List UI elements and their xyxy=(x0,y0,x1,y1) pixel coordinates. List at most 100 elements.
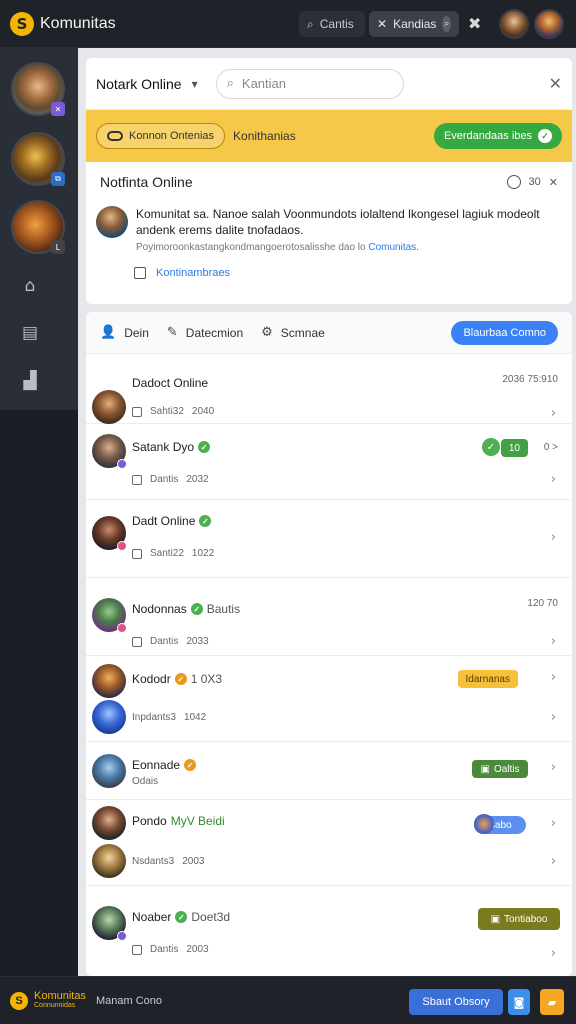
chevron-down-icon[interactable]: ▾ xyxy=(192,77,198,91)
list-item[interactable]: Kododr ✓ 1 0X3 Idarnanas › Inpdants3 104… xyxy=(86,656,572,742)
row-name-text: Kododr xyxy=(132,672,171,686)
notification-action[interactable]: Kontinambraes xyxy=(86,253,572,279)
top-avatar-2[interactable] xyxy=(534,9,564,39)
row-sub-b: 2040 xyxy=(191,406,215,417)
sidebar-avatar-2[interactable]: ⧉ xyxy=(11,132,65,186)
chart-icon[interactable]: ▟ xyxy=(18,371,42,393)
list-item[interactable]: Dadt Online ✓ › Santi22 1022 xyxy=(86,500,572,578)
avatar[interactable] xyxy=(92,434,127,469)
avatar-secondary[interactable] xyxy=(92,700,126,734)
status-badge: Idarnanas xyxy=(457,670,518,688)
chevron-right-icon[interactable]: › xyxy=(551,670,556,685)
avatar[interactable] xyxy=(92,664,126,698)
app-logo[interactable]: S Komunitas xyxy=(10,12,116,36)
row-name-text: Noaber xyxy=(132,910,172,924)
list-item[interactable]: Dadoct Online 2036 75:910 Sahti32 2040 › xyxy=(86,354,572,424)
top-search-button[interactable]: ⌕ Cantis xyxy=(299,11,365,37)
row-sub: Santi22 1022 xyxy=(132,548,214,559)
row-name: Dadt Online ✓ xyxy=(132,514,212,528)
chevron-right-icon[interactable]: › xyxy=(551,634,556,649)
row-sub: Nsdants3 2003 xyxy=(132,856,205,867)
promo-bar: Konnon Ontenias Konithanias Everdandaas … xyxy=(86,110,572,162)
avatar[interactable] xyxy=(92,754,126,788)
row-sub-b: 2033 xyxy=(186,636,209,647)
notification-panel: Notark Online ▾ ⌕ Kantian ✕ Konnon Onten… xyxy=(86,58,572,304)
filter-dein[interactable]: 👤 Dein xyxy=(100,325,149,340)
list-item[interactable]: Pondo MyV Beidi Sabo › Nsdants3 2003 › xyxy=(86,800,572,886)
row-sub-b: 2003 xyxy=(186,944,209,955)
sidebar-avatar-3[interactable]: L xyxy=(11,200,65,254)
chevron-right-icon[interactable]: › xyxy=(551,710,556,725)
tag-label: Oaltis xyxy=(493,763,520,775)
close-icon[interactable]: ✕ xyxy=(549,74,562,93)
panel-title: Notark Online xyxy=(96,75,182,92)
avatar-secondary[interactable] xyxy=(92,844,126,878)
chevron-right-icon[interactable]: › xyxy=(551,760,556,775)
avatar[interactable] xyxy=(92,516,127,551)
chevron-right-icon[interactable]: › xyxy=(551,406,556,421)
promo-green-button[interactable]: Everdandaas ibes ✓ xyxy=(433,123,562,149)
lock-icon[interactable]: ▰ xyxy=(540,989,564,1015)
sidebar-avatar-badge: ⧉ xyxy=(51,172,65,186)
top-active-tab[interactable]: ✕ Kandias ⌕ xyxy=(369,11,459,37)
panel-header: Notark Online ▾ ⌕ Kantian ✕ xyxy=(86,58,572,110)
notification-meta: 30 ✕ xyxy=(506,175,558,189)
square-icon xyxy=(132,944,142,955)
home-icon[interactable]: ⌂ xyxy=(18,276,42,298)
sidebar-avatar-1[interactable]: ✕ xyxy=(11,62,65,116)
list-item[interactable]: Noaber ✓ Doet3d ▣ Tontiaboo Dantis 2003 … xyxy=(86,886,572,976)
filter-datecmion[interactable]: ✎ Datecmion xyxy=(167,325,243,340)
promo-pill[interactable]: Konnon Ontenias xyxy=(96,123,226,149)
filter-scmnae[interactable]: ⚙ Scmnae xyxy=(261,325,325,340)
row-name-text: Pondo xyxy=(132,814,167,828)
bottom-logo[interactable]: S Komunitas Connunnidas xyxy=(10,991,86,1011)
tag-icon: ▣ xyxy=(490,913,501,925)
row-sub-b: 2003 xyxy=(182,856,205,867)
notification-text: Komunitat sa. Nanoe salah Voonmundots io… xyxy=(136,207,540,237)
chevron-right-icon[interactable]: › xyxy=(551,946,556,961)
verified-icon: ✓ xyxy=(174,673,187,685)
app-name: Komunitas xyxy=(40,15,116,32)
panel-search-input[interactable]: ⌕ Kantian xyxy=(215,68,404,99)
row-name-extra: 1 0X3 xyxy=(190,672,223,686)
chevron-right-icon[interactable]: › xyxy=(551,854,556,869)
row-sub-b: 1022 xyxy=(191,548,215,559)
row-name: Kododr ✓ 1 0X3 xyxy=(132,672,222,686)
top-avatar-1[interactable] xyxy=(499,9,529,39)
row-sub-a: Dantis xyxy=(150,944,179,955)
verified-icon: ✓ xyxy=(198,441,211,453)
top-bar: S Komunitas ⌕ Cantis ✕ Kandias ⌕ ✖ xyxy=(0,0,576,48)
filter-row: 👤 Dein ✎ Datecmion ⚙ Scmnae Blaurbaa Com… xyxy=(86,312,572,354)
list-item[interactable]: Nodonnas ✓ Bautis 120 70 Dantis 2033 › xyxy=(86,578,572,656)
list-item[interactable]: Eonnade ✓ Odais ▣ Oaltis › xyxy=(86,742,572,800)
gamepad-icon[interactable]: ✖ xyxy=(468,14,490,34)
chevron-right-icon[interactable]: › xyxy=(551,530,556,545)
square-icon xyxy=(132,406,142,417)
chevron-right-icon[interactable]: › xyxy=(551,472,556,487)
promo-pill-label: Konnon Ontenias xyxy=(129,130,215,142)
row-sub: Dantis 2003 xyxy=(132,944,209,955)
avatar[interactable] xyxy=(92,806,126,840)
list-item[interactable]: Satank Dyo ✓ ✓ 10 0 > Dantis 2032 › xyxy=(86,424,572,500)
tag-icon: ▣ xyxy=(480,763,490,775)
avatar[interactable] xyxy=(92,390,126,424)
dismiss-icon[interactable]: ✕ xyxy=(549,176,558,189)
inbox-icon[interactable]: ▤ xyxy=(18,323,42,345)
notification-avatar[interactable] xyxy=(96,206,128,238)
verified-icon: ✓ xyxy=(175,911,188,923)
filter-label: Dein xyxy=(124,325,149,340)
chat-icon[interactable]: ◙ xyxy=(508,989,530,1015)
row-name-text: Dadoct Online xyxy=(132,376,209,390)
avatar[interactable] xyxy=(92,598,127,633)
bottom-primary-button[interactable]: Sbaut Obsory xyxy=(409,989,503,1015)
filter-label: Scmnae xyxy=(280,325,325,340)
tab-search-icon[interactable]: ⌕ xyxy=(442,16,451,32)
filter-blue-button[interactable]: Blaurbaa Comno xyxy=(451,320,558,345)
notification-link[interactable]: Comunitas. xyxy=(368,242,419,253)
chevron-right-icon[interactable]: › xyxy=(551,816,556,831)
shield-badge: ✓ xyxy=(482,438,500,456)
row-name-text: Eonnade xyxy=(132,758,181,772)
row-time: 120 70 xyxy=(527,598,558,609)
row-sub: Dantis 2032 xyxy=(132,474,209,485)
avatar[interactable] xyxy=(92,906,127,941)
